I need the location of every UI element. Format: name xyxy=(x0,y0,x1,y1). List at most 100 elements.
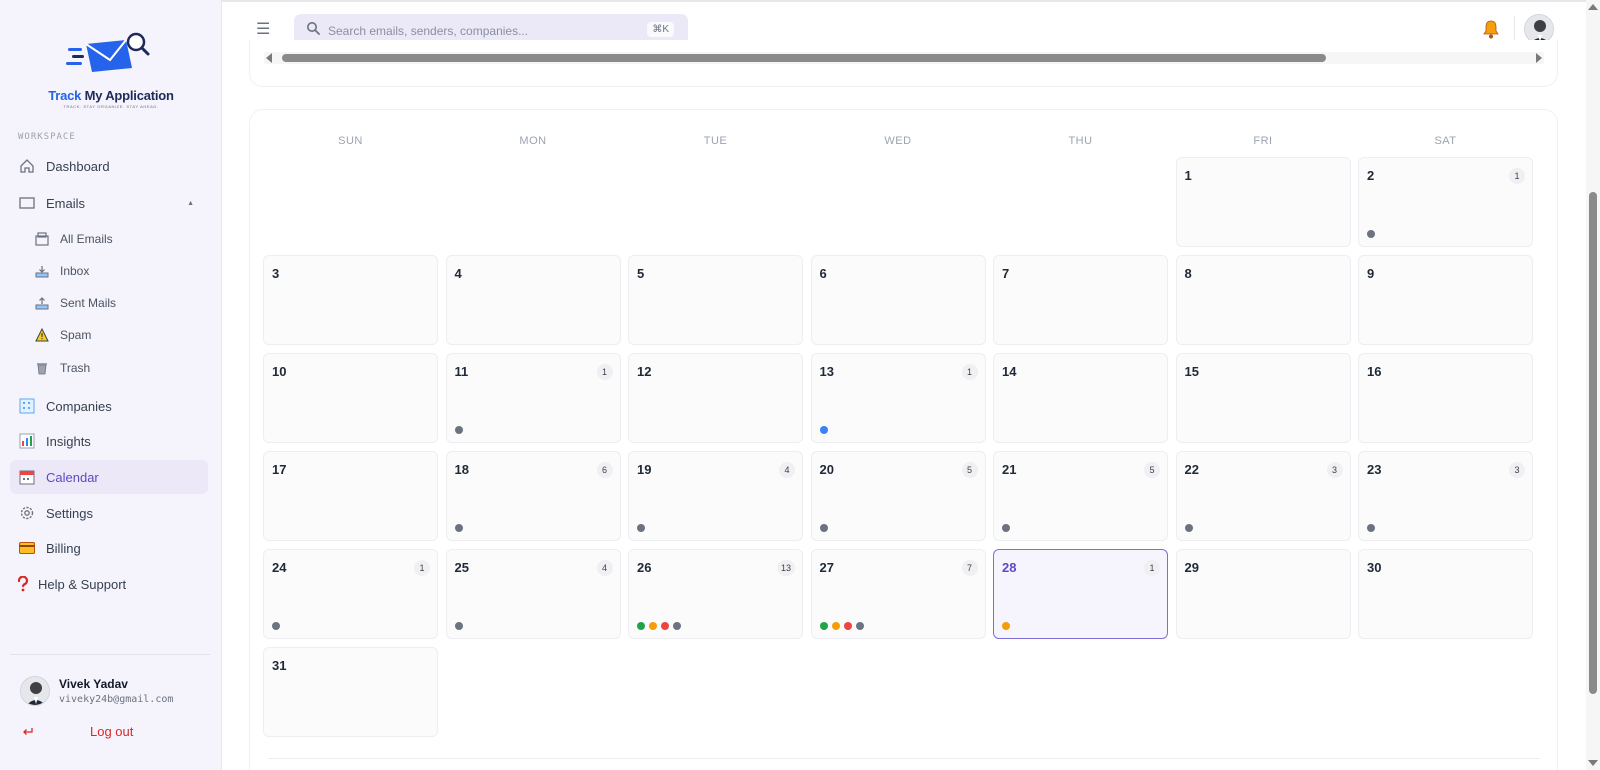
calendar-day[interactable]: 20 5 xyxy=(810,451,986,541)
calendar-day[interactable]: 18 6 xyxy=(445,451,621,541)
day-number: 22 xyxy=(1184,462,1199,477)
status-dots xyxy=(454,426,463,434)
weekday-header: FRI xyxy=(1253,135,1273,147)
email-count-badge: 3 xyxy=(1509,462,1525,478)
calendar-day[interactable]: 4 xyxy=(445,255,621,345)
app-logo[interactable]: Track My Application TRACK. STAY ORGANIZ… xyxy=(0,30,222,109)
calendar-day[interactable]: 21 xyxy=(1358,157,1533,247)
sidebar-item-settings[interactable]: Settings xyxy=(10,496,208,530)
calendar-day[interactable]: 21 5 xyxy=(993,451,1168,541)
vertical-scroll-thumb[interactable] xyxy=(1589,192,1597,694)
calendar-day[interactable]: 29 xyxy=(1175,549,1351,639)
calendar-day[interactable]: 15 xyxy=(1175,353,1351,443)
logout-button[interactable]: Log out xyxy=(22,724,202,739)
day-number: 10 xyxy=(272,364,287,379)
calendar-day[interactable]: 26 13 xyxy=(628,549,803,639)
day-number: 25 xyxy=(454,560,469,575)
trash-icon xyxy=(34,360,50,376)
status-dots xyxy=(1367,524,1375,532)
status-dot xyxy=(454,524,463,532)
status-dot xyxy=(819,524,828,532)
horizontal-scroll-thumb[interactable] xyxy=(282,54,1326,62)
horizontal-scrollbar[interactable] xyxy=(264,52,1544,64)
sidebar-item-label: Help & Support xyxy=(38,576,127,592)
sidebar-item-label: Emails xyxy=(46,195,86,211)
day-number: 26 xyxy=(637,560,652,575)
sidebar-item-label: Companies xyxy=(46,398,112,414)
calendar-day[interactable]: 31 xyxy=(263,647,438,737)
calendar-day[interactable]: 6 xyxy=(810,255,986,345)
calendar-day[interactable]: 23 3 xyxy=(1358,451,1533,541)
mail-icon xyxy=(18,194,36,212)
calendar-day[interactable]: 30 xyxy=(1358,549,1533,639)
menu-icon[interactable]: ☰ xyxy=(256,19,270,39)
status-dots xyxy=(1184,524,1193,532)
logo-tagline: TRACK. STAY ORGANIZE. STAY AHEAD. xyxy=(63,104,159,109)
logo-word-app: My Application xyxy=(84,88,174,103)
day-number: 5 xyxy=(637,266,645,281)
calendar-day[interactable]: 9 xyxy=(1358,255,1533,345)
sidebar-item-help-support[interactable]: Help & Support xyxy=(10,567,208,601)
day-number: 28 xyxy=(1002,560,1017,575)
status-dot xyxy=(1367,524,1375,532)
status-dot xyxy=(661,622,669,630)
sidebar-subitem-sent-mails[interactable]: Sent Mails xyxy=(26,289,206,317)
sidebar-item-emails[interactable]: Emails ▲ xyxy=(10,186,208,220)
calendar-day[interactable]: 14 xyxy=(993,353,1168,443)
calendar-day[interactable]: 27 7 xyxy=(810,549,986,639)
status-dot xyxy=(1184,524,1193,532)
sidebar-subitem-all-emails[interactable]: All Emails xyxy=(26,225,206,253)
sidebar-item-dashboard[interactable]: Dashboard xyxy=(10,149,208,183)
sidebar-subitem-inbox[interactable]: Inbox xyxy=(26,257,206,285)
calendar-day[interactable]: 16 xyxy=(1358,353,1533,443)
day-number: 23 xyxy=(1367,462,1382,477)
calendar-day[interactable]: 11 1 xyxy=(445,353,621,443)
weekday-header: SUN xyxy=(338,135,363,147)
calendar-day[interactable]: 24 1 xyxy=(263,549,438,639)
sidebar-subitem-trash[interactable]: Trash xyxy=(26,354,206,382)
calendar-day[interactable]: 22 3 xyxy=(1175,451,1351,541)
vertical-scrollbar[interactable] xyxy=(1586,0,1600,770)
calendar-day[interactable]: 12 xyxy=(628,353,803,443)
calendar-day[interactable]: 17 xyxy=(263,451,438,541)
user-email: viveky24b@gmail.com xyxy=(59,694,174,705)
calendar-day[interactable]: 8 xyxy=(1175,255,1351,345)
day-number: 31 xyxy=(272,658,287,673)
user-profile[interactable]: Vivek Yadav viveky24b@gmail.com xyxy=(20,676,173,706)
day-number: 15 xyxy=(1184,364,1199,379)
search-input[interactable] xyxy=(328,23,638,38)
sidebar-item-calendar[interactable]: Calendar xyxy=(10,460,208,494)
status-dots xyxy=(819,622,864,630)
calendar-day[interactable]: 19 4 xyxy=(628,451,803,541)
email-count-badge: 1 xyxy=(414,560,430,576)
calendar-day[interactable]: 3 xyxy=(263,255,438,345)
sidebar-subitem-label: Spam xyxy=(60,328,92,342)
chevron-up-icon[interactable]: ▲ xyxy=(187,200,194,207)
user-info: Vivek Yadav viveky24b@gmail.com xyxy=(59,677,173,705)
sidebar: Track My Application TRACK. STAY ORGANIZ… xyxy=(0,0,222,770)
day-number: 11 xyxy=(454,364,469,379)
sidebar-item-insights[interactable]: Insights xyxy=(10,424,208,458)
scroll-up-icon[interactable] xyxy=(1588,4,1598,10)
email-count-badge: 1 xyxy=(1509,168,1525,184)
email-count-badge: 13 xyxy=(776,560,795,576)
calendar-day[interactable]: 5 xyxy=(628,255,803,345)
status-dots xyxy=(819,524,828,532)
sidebar-subitem-spam[interactable]: Spam xyxy=(26,321,206,349)
scroll-down-icon[interactable] xyxy=(1588,760,1598,766)
day-number: 3 xyxy=(272,266,280,281)
scroll-left-icon[interactable] xyxy=(266,53,272,63)
calendar-day[interactable]: 13 1 xyxy=(810,353,986,443)
email-count-badge: 4 xyxy=(779,462,795,478)
day-number: 8 xyxy=(1184,266,1192,281)
calendar-day-today[interactable]: 28 1 xyxy=(993,549,1168,639)
calendar-day[interactable]: 1 xyxy=(1175,157,1351,247)
sidebar-item-companies[interactable]: Companies xyxy=(10,389,208,423)
calendar-day[interactable]: 7 xyxy=(993,255,1168,345)
scroll-right-icon[interactable] xyxy=(1536,53,1542,63)
sidebar-item-billing[interactable]: Billing xyxy=(10,531,208,565)
day-number: 4 xyxy=(454,266,462,281)
calendar-day[interactable]: 25 4 xyxy=(445,549,621,639)
question-icon xyxy=(16,575,30,593)
calendar-day[interactable]: 10 xyxy=(263,353,438,443)
